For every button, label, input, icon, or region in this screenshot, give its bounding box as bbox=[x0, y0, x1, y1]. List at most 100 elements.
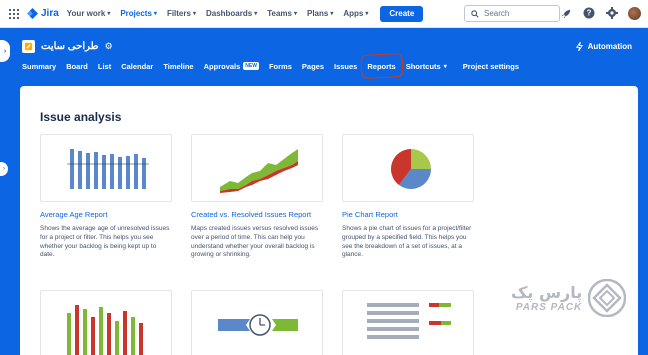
tab-reports[interactable]: Reports bbox=[367, 62, 395, 71]
tab-label: Summary bbox=[22, 61, 57, 71]
scroll-left-button[interactable]: › bbox=[0, 162, 8, 176]
stacked-bar-chart-icon bbox=[67, 305, 143, 355]
settings-button[interactable] bbox=[605, 6, 619, 20]
tab-pages[interactable]: Pages bbox=[302, 62, 324, 71]
chevron-right-icon: › bbox=[3, 47, 7, 55]
chevron-down-icon: ▾ bbox=[330, 11, 334, 17]
automation-button[interactable]: Automation bbox=[575, 42, 632, 51]
tab-issues[interactable]: Issues bbox=[334, 62, 357, 71]
nav-apps[interactable]: Apps ▾ bbox=[343, 9, 368, 18]
tab-forms[interactable]: Forms bbox=[269, 62, 292, 71]
lightning-icon bbox=[575, 42, 583, 51]
time-tracking-thumbnail bbox=[191, 290, 323, 355]
settings-icon[interactable]: ⚙ bbox=[105, 41, 113, 52]
tab-label: Timeline bbox=[163, 61, 194, 71]
jira-logo-icon bbox=[27, 8, 38, 19]
rocket-icon bbox=[561, 9, 570, 18]
report-description: Shows a pie chart of issues for a projec… bbox=[342, 225, 472, 259]
search-input[interactable]: Search bbox=[464, 5, 560, 22]
nav-your-work[interactable]: Your work ▾ bbox=[67, 9, 111, 18]
pie-chart-icon bbox=[391, 149, 431, 189]
chevron-down-icon: ▾ bbox=[365, 11, 369, 17]
new-badge: NEW bbox=[243, 62, 259, 70]
nav-filters[interactable]: Filters ▾ bbox=[167, 9, 196, 18]
report-description: Shows the average age of unresolved issu… bbox=[40, 225, 170, 259]
svg-text:?: ? bbox=[587, 9, 592, 18]
tab-label: Calendar bbox=[121, 61, 154, 71]
tab-project-settings[interactable]: Project settings bbox=[463, 62, 519, 71]
jira-logo[interactable]: Jira bbox=[27, 8, 59, 19]
chevron-down-icon: ▾ bbox=[192, 11, 196, 17]
nav-projects[interactable]: Projects ▾ bbox=[120, 9, 157, 18]
nav-label: Teams bbox=[267, 9, 292, 18]
nav-teams[interactable]: Teams ▾ bbox=[267, 9, 297, 18]
tab-label: Board bbox=[66, 61, 88, 71]
report-card-average-age[interactable]: Average Age Report Shows the average age… bbox=[40, 134, 172, 260]
report-title[interactable]: Average Age Report bbox=[40, 210, 172, 219]
parspack-watermark: پارس پک PARS PACK bbox=[511, 279, 627, 317]
chevron-right-icon: › bbox=[3, 166, 5, 172]
report-title[interactable]: Pie Chart Report bbox=[342, 210, 474, 219]
chevron-down-icon: ▾ bbox=[443, 63, 447, 70]
jira-logo-text: Jira bbox=[41, 8, 59, 19]
avatar[interactable] bbox=[628, 6, 641, 20]
report-card-pie-chart[interactable]: Pie Chart Report Shows a pie chart of is… bbox=[342, 134, 474, 260]
project-icon bbox=[24, 42, 33, 51]
tab-label: Reports bbox=[367, 61, 396, 71]
nav-label: Projects bbox=[120, 9, 152, 18]
search-placeholder: Search bbox=[484, 9, 510, 18]
help-button[interactable]: ? bbox=[582, 6, 596, 20]
project-tabs: Summary Board List Calendar Timeline App… bbox=[22, 60, 529, 72]
project-name: طراحی سایت bbox=[41, 41, 99, 52]
tab-approvals[interactable]: Approvals NEW bbox=[204, 62, 259, 71]
help-icon: ? bbox=[583, 7, 595, 19]
tab-timeline[interactable]: Timeline bbox=[163, 62, 193, 71]
report-card-row2-3[interactable] bbox=[342, 290, 474, 355]
bar-chart-icon bbox=[67, 149, 149, 189]
tab-shortcuts[interactable]: Shortcuts ▾ bbox=[406, 62, 447, 71]
parspack-logo-icon bbox=[588, 279, 627, 317]
nav-label: Your work bbox=[66, 9, 106, 18]
tab-label: Pages bbox=[301, 61, 324, 71]
tab-label: Issues bbox=[334, 61, 358, 71]
tab-summary[interactable]: Summary bbox=[22, 62, 56, 71]
grid-icon bbox=[9, 8, 19, 19]
created-vs-resolved-thumbnail bbox=[191, 134, 323, 202]
report-card-row2-2[interactable] bbox=[191, 290, 323, 355]
nav-label: Dashboards bbox=[205, 9, 253, 18]
search-icon bbox=[471, 9, 479, 18]
list-report-thumbnail bbox=[342, 290, 474, 355]
watermark-persian: پارس پک bbox=[511, 283, 583, 302]
tab-board[interactable]: Board bbox=[66, 62, 88, 71]
tab-calendar[interactable]: Calendar bbox=[121, 62, 153, 71]
clock-icon bbox=[218, 314, 298, 336]
report-card-created-vs-resolved[interactable]: Created vs. Resolved Issues Report Maps … bbox=[191, 134, 323, 260]
pie-chart-thumbnail bbox=[342, 134, 474, 202]
report-description: Maps created issues versus resolved issu… bbox=[191, 225, 319, 259]
section-title: Issue analysis bbox=[40, 110, 122, 124]
chevron-down-icon: ▾ bbox=[254, 11, 258, 17]
tab-label: Shortcuts bbox=[405, 61, 441, 71]
tab-list[interactable]: List bbox=[98, 62, 111, 71]
nav-dashboards[interactable]: Dashboards ▾ bbox=[206, 9, 257, 18]
report-card-row2-1[interactable] bbox=[40, 290, 172, 355]
app-switcher-button[interactable] bbox=[3, 0, 25, 28]
area-chart-icon bbox=[220, 149, 298, 193]
nav-label: Plans bbox=[307, 9, 329, 18]
tab-label: Approvals bbox=[203, 61, 241, 71]
chevron-down-icon: ▾ bbox=[293, 11, 297, 17]
average-age-thumbnail bbox=[40, 134, 172, 202]
report-title[interactable]: Created vs. Resolved Issues Report bbox=[191, 210, 323, 219]
project-header: طراحی سایت ⚙ Automation Summary Board Li… bbox=[0, 28, 648, 74]
chevron-down-icon: ▾ bbox=[107, 11, 111, 17]
stacked-bar-thumbnail bbox=[40, 290, 172, 355]
tab-label: Project settings bbox=[462, 61, 519, 71]
nav-plans[interactable]: Plans ▾ bbox=[307, 9, 333, 18]
notifications-button[interactable] bbox=[559, 6, 573, 20]
top-navigation: Jira Your work ▾ Projects ▾ Filters ▾ Dashb… bbox=[0, 0, 648, 28]
list-icon bbox=[367, 303, 451, 339]
tab-label: List bbox=[97, 61, 112, 71]
chevron-down-icon: ▾ bbox=[153, 11, 157, 17]
nav-label: Apps bbox=[343, 9, 364, 18]
create-button[interactable]: Create bbox=[380, 5, 424, 22]
